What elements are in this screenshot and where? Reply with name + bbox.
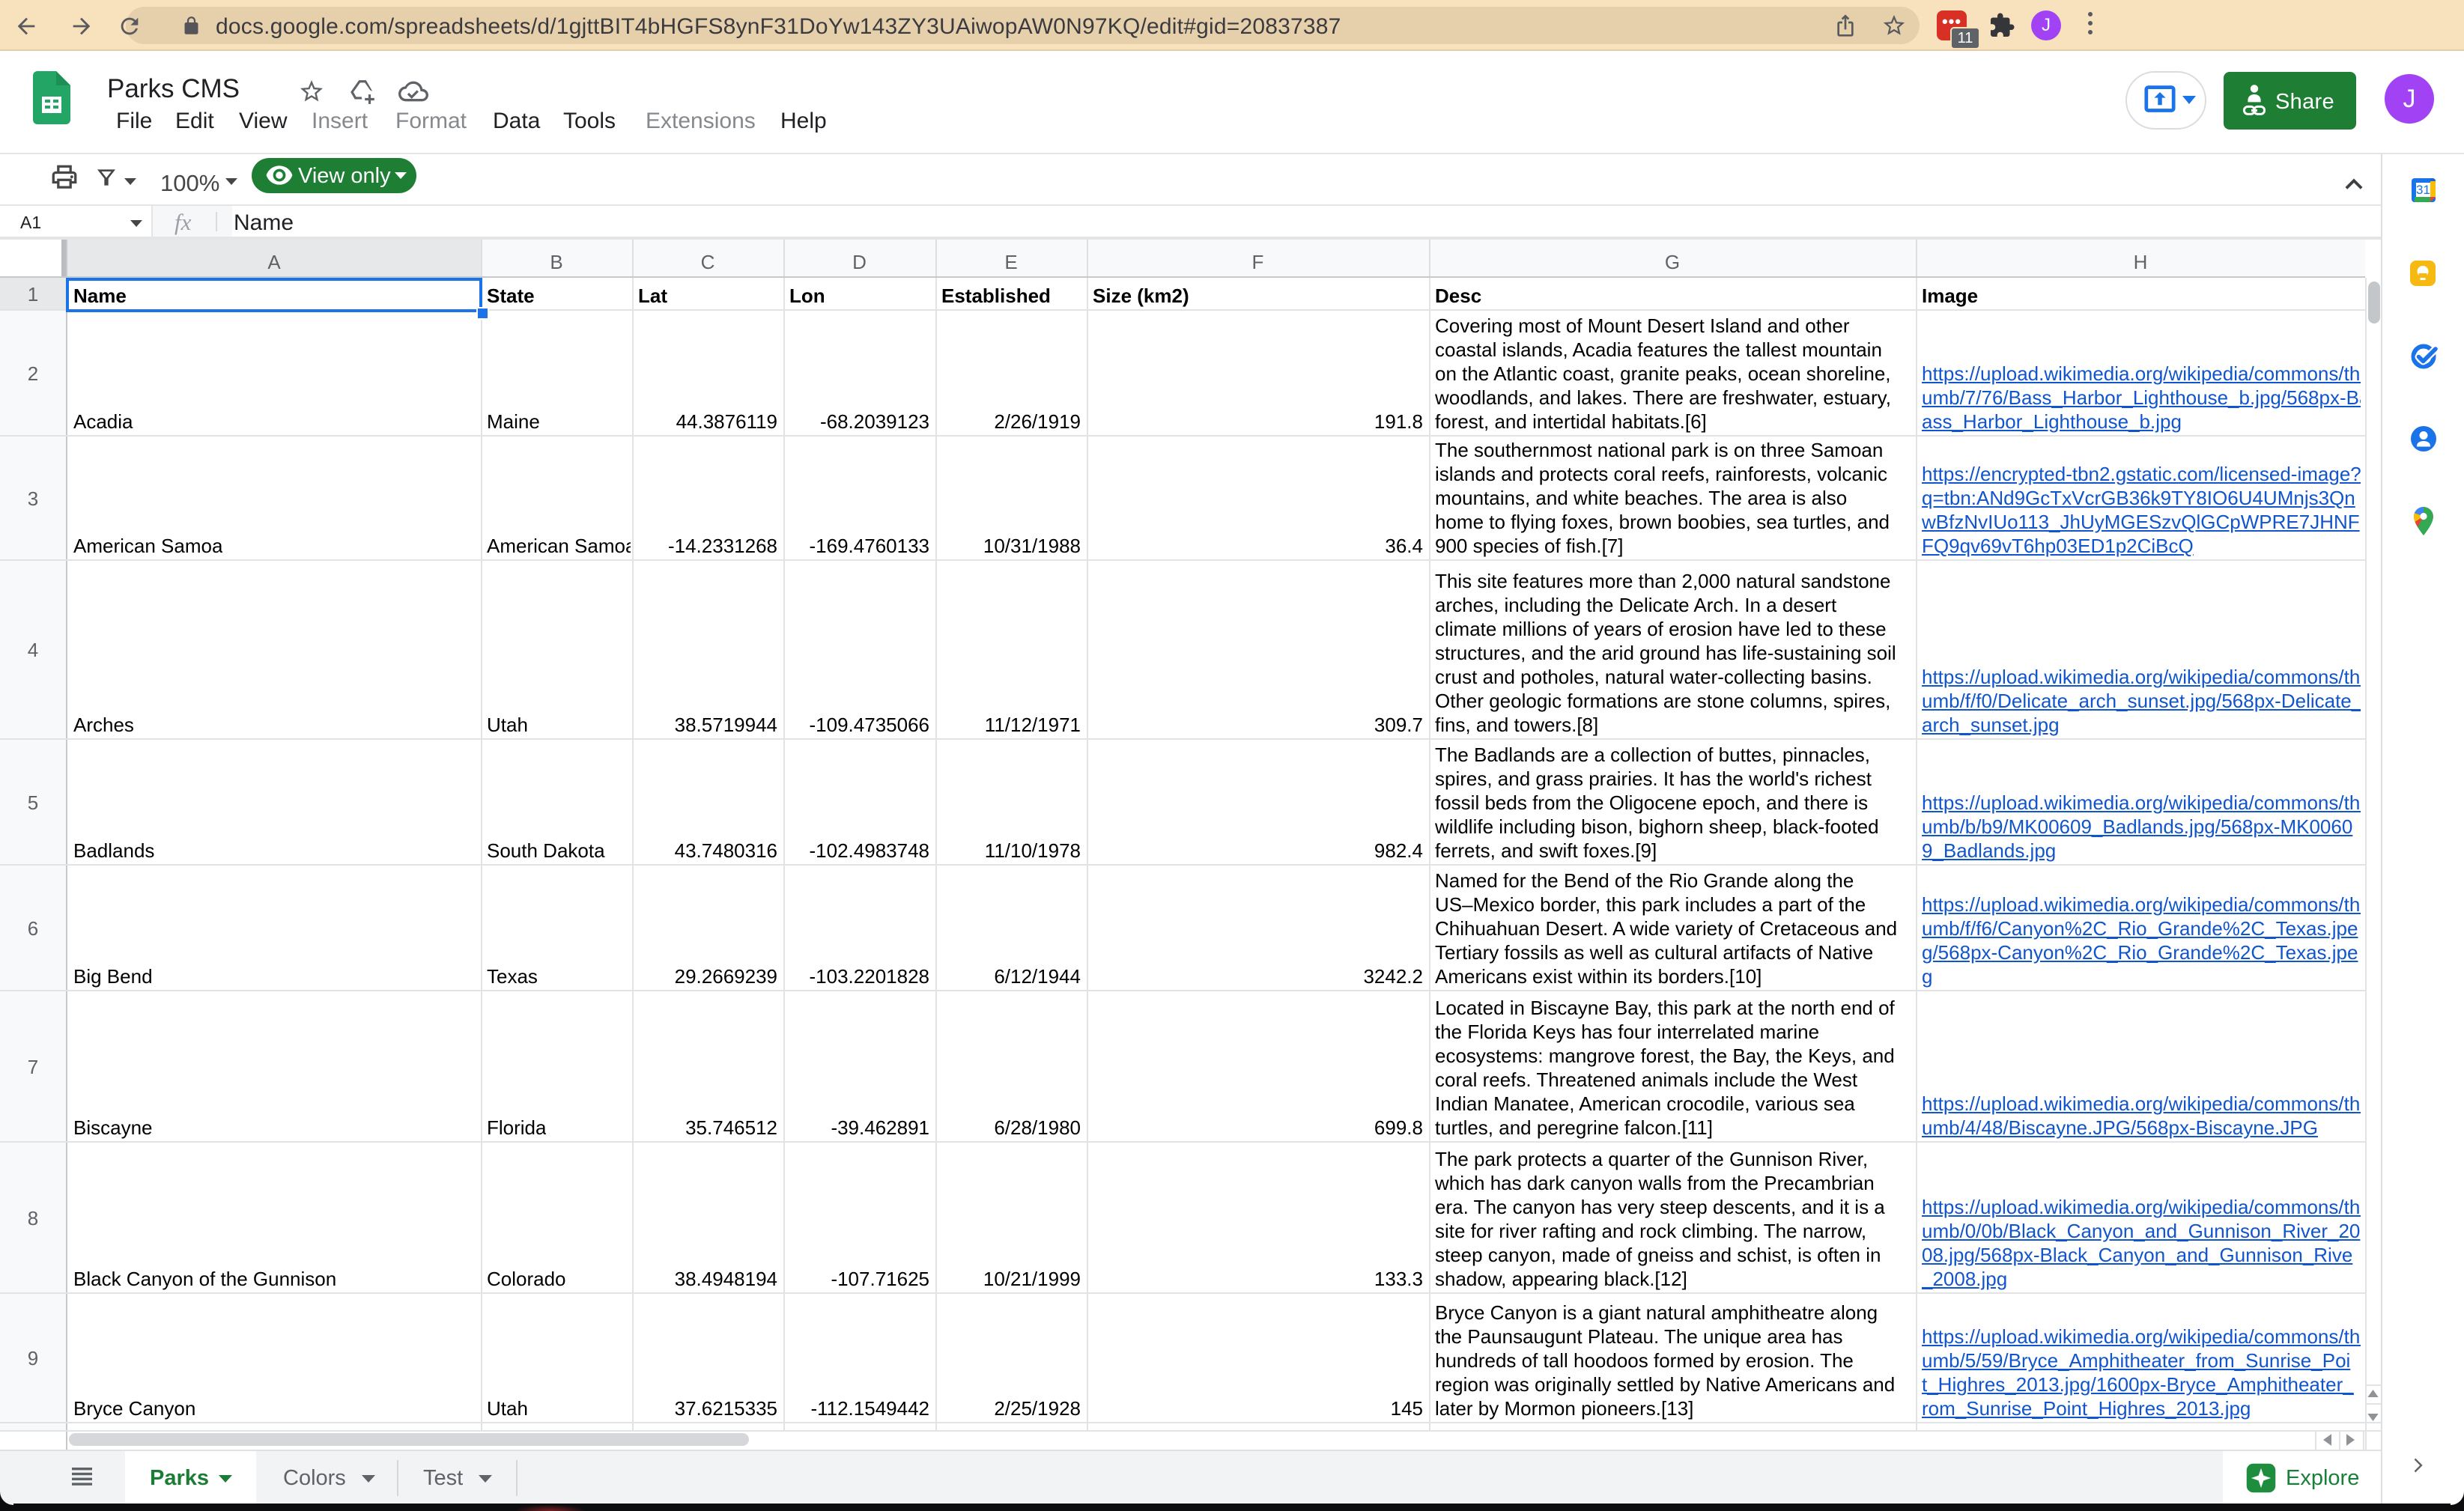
- svg-text:31: 31: [2416, 183, 2430, 197]
